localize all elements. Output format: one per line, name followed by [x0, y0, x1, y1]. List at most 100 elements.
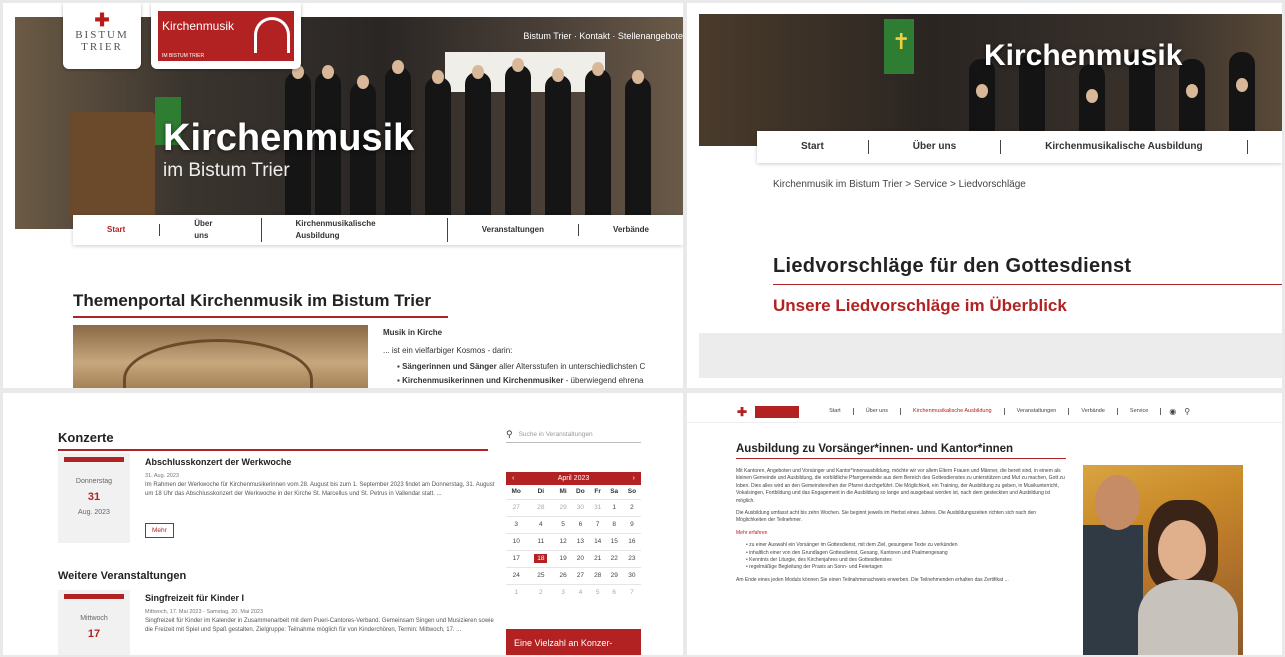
nav-verbaende[interactable]: Verbände: [1069, 408, 1118, 415]
nav-service[interactable]: Service: [1118, 408, 1162, 415]
calendar-day[interactable]: 30: [570, 498, 590, 516]
promo-box[interactable]: Eine Vielzahl an Konzer-: [506, 629, 641, 655]
bullet-text: aller Altersstufen in unterschiedlichste…: [496, 362, 646, 371]
nav-verbaende[interactable]: Verbände: [579, 224, 683, 236]
calendar-day[interactable]: 6: [605, 583, 623, 601]
nav-ausbildung[interactable]: Kirchenmusikalische Ausbildung: [1001, 140, 1248, 154]
event-meta: 31. Aug. 2023: [145, 473, 179, 479]
face: [357, 75, 369, 89]
calendar-day[interactable]: 21: [589, 549, 606, 567]
nav-ueber-uns[interactable]: Über uns: [869, 140, 1002, 154]
search-icon: ⚲: [506, 429, 513, 439]
calendar-day[interactable]: 4: [570, 583, 590, 601]
calendar-day[interactable]: 17: [506, 549, 527, 567]
calendar-day[interactable]: 22: [605, 549, 623, 567]
calendar-day-label: 29: [610, 572, 618, 579]
search-icon[interactable]: ⚲: [1184, 407, 1190, 416]
bistum-trier-logo[interactable]: ✚ BISTUM TRIER: [63, 3, 141, 69]
face: [632, 70, 644, 84]
calendar-day[interactable]: 6: [570, 515, 590, 533]
nav-veranstaltungen[interactable]: Veranstaltungen: [1005, 408, 1070, 415]
page-subtitle: Unsere Liedvorschläge im Überblick: [773, 296, 1067, 315]
calendar-day[interactable]: 28: [526, 498, 556, 516]
calendar-day[interactable]: 3: [506, 515, 527, 533]
nav-ueber-uns[interactable]: Über uns: [854, 408, 902, 415]
calendar-day[interactable]: 3: [555, 583, 571, 601]
person-body: [1138, 580, 1238, 655]
nav-start[interactable]: Start: [73, 224, 161, 236]
calendar-day[interactable]: 31: [589, 498, 606, 516]
intro-text: Musik in Kirche ... ist ein vielfarbiger…: [383, 326, 683, 388]
calendar-day[interactable]: 10: [506, 532, 527, 550]
calendar-day[interactable]: 13: [570, 532, 590, 550]
nav-ueber-uns[interactable]: Über uns: [160, 218, 262, 242]
calendar-day[interactable]: 24: [506, 566, 527, 584]
calendar-day[interactable]: 11: [526, 532, 556, 550]
calendar-day[interactable]: 5: [555, 515, 571, 533]
choir-singer: [505, 65, 531, 215]
calendar-day[interactable]: 1: [605, 498, 623, 516]
calendar-day[interactable]: 2: [526, 583, 556, 601]
calendar-day-label: 11: [537, 538, 545, 545]
calendar-day[interactable]: 29: [605, 566, 623, 584]
calendar-day[interactable]: 30: [622, 566, 641, 584]
calendar-day[interactable]: 27: [570, 566, 590, 584]
calendar-day[interactable]: 27: [506, 498, 527, 516]
kirchenmusik-logo[interactable]: [755, 405, 800, 418]
calendar-day[interactable]: 14: [589, 532, 606, 550]
calendar-weekday: Sa: [610, 488, 619, 496]
hero-image: ✝ Kirchenmusik: [699, 14, 1282, 146]
bullet-bold: Sängerinnen und Sänger: [402, 362, 497, 371]
kirchenmusik-logo[interactable]: Kirchenmusik IM BISTUM TRIER: [151, 3, 301, 69]
more-link[interactable]: Mehr erfahren: [736, 530, 1066, 537]
calendar-day[interactable]: 2: [622, 498, 641, 516]
nav-start[interactable]: Start: [817, 408, 854, 415]
cross-icon[interactable]: ✚: [737, 405, 747, 419]
breadcrumb[interactable]: Kirchenmusik im Bistum Trier > Service >…: [773, 179, 1026, 190]
nav-ausbildung[interactable]: Kirchenmusikalische Ausbildung: [262, 218, 448, 242]
choir-singer: [545, 75, 571, 225]
event-title[interactable]: Singfreizeit für Kinder I: [145, 593, 244, 603]
calendar-day-label: 26: [559, 572, 567, 579]
calendar-day[interactable]: 9: [622, 515, 641, 533]
calendar-day[interactable]: 26: [555, 566, 571, 584]
calendar-day-label: 27: [576, 572, 584, 579]
calendar-day[interactable]: 25: [526, 566, 556, 584]
calendar-prev-icon[interactable]: ‹: [512, 475, 514, 482]
nav-veranstaltungen[interactable]: Veranstaltungen: [448, 224, 579, 236]
nav-start[interactable]: Start: [757, 140, 869, 154]
calendar-day[interactable]: 20: [570, 549, 590, 567]
search-input[interactable]: Suche in Veranstaltungen: [519, 431, 593, 438]
calendar-day[interactable]: 15: [605, 532, 623, 550]
more-button[interactable]: Mehr: [145, 523, 174, 538]
calendar-day[interactable]: 29: [555, 498, 571, 516]
event-search[interactable]: ⚲ Suche in Veranstaltungen: [506, 427, 641, 443]
calendar-next-icon[interactable]: ›: [633, 475, 635, 482]
list-item: inhaltlich einer von den Grundlagen Gott…: [746, 550, 1066, 557]
calendar-day[interactable]: 7: [622, 583, 641, 601]
calendar-day[interactable]: 7: [589, 515, 606, 533]
calendar-day-label: 30: [628, 572, 636, 579]
calendar-day[interactable]: 1: [506, 583, 527, 601]
calendar-day[interactable]: 8: [605, 515, 623, 533]
hero-title: Kirchenmusik: [984, 39, 1183, 72]
date-day: 31: [87, 491, 101, 503]
calendar-day-label: 29: [559, 504, 567, 511]
event-title[interactable]: Abschlusskonzert der Werkwoche: [145, 457, 291, 467]
calendar-day-label: 28: [537, 504, 545, 511]
calendar-day[interactable]: 18: [526, 549, 556, 567]
calendar-day-label: 31: [594, 504, 602, 511]
nav-ausbildung[interactable]: Kirchenmusikalische Ausbildung: [901, 408, 1005, 415]
calendar-day[interactable]: 4: [526, 515, 556, 533]
calendar-day[interactable]: 28: [589, 566, 606, 584]
face: [472, 65, 484, 79]
calendar-day[interactable]: 12: [555, 532, 571, 550]
accessibility-icon[interactable]: ◉: [1169, 407, 1176, 416]
calendar-day[interactable]: 19: [555, 549, 571, 567]
calendar-day[interactable]: 23: [622, 549, 641, 567]
calendar-day[interactable]: 16: [622, 532, 641, 550]
top-links[interactable]: Bistum Trier · Kontakt · Stellenangebote: [523, 31, 683, 41]
calendar-day[interactable]: 5: [589, 583, 606, 601]
intro-heading: Musik in Kirche: [383, 328, 443, 337]
face: [1236, 78, 1248, 92]
